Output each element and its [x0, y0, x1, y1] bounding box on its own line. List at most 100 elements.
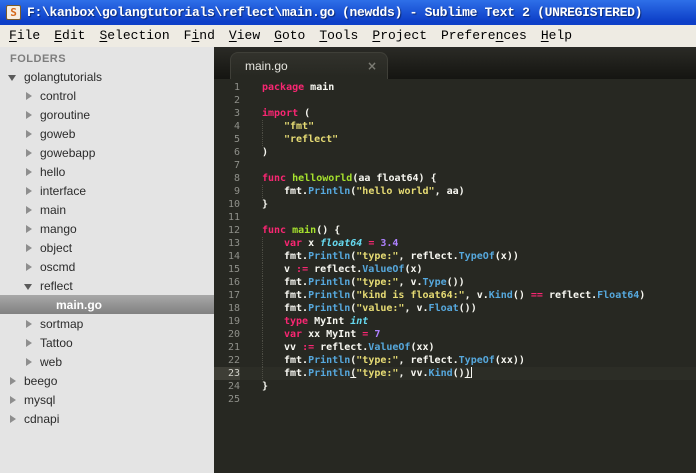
sidebar-folder-control[interactable]: control [0, 86, 214, 105]
code-line-25[interactable]: 25 [214, 393, 696, 406]
text-caret [470, 367, 472, 378]
code-text: "fmt" [240, 120, 314, 133]
disclosure-collapsed-icon[interactable] [8, 395, 18, 405]
code-line-9[interactable]: 9 fmt.Println("hello world", aa) [214, 185, 696, 198]
indent-guide [262, 302, 284, 315]
disclosure-expanded-icon[interactable] [24, 281, 34, 291]
code-line-12[interactable]: 12 func main() { [214, 224, 696, 237]
disclosure-collapsed-icon[interactable] [24, 319, 34, 329]
code-line-14[interactable]: 14 fmt.Println("type:", reflect.TypeOf(x)… [214, 250, 696, 263]
tab-main-go[interactable]: main.go × [230, 52, 388, 79]
line-number: 19 [227, 316, 240, 327]
menu-tools[interactable]: Tools [312, 25, 365, 47]
sidebar-folder-tattoo[interactable]: Tattoo [0, 333, 214, 352]
disclosure-collapsed-icon[interactable] [8, 414, 18, 424]
disclosure-collapsed-icon[interactable] [24, 262, 34, 272]
code-line-11[interactable]: 11 [214, 211, 696, 224]
code-line-18[interactable]: 18 fmt.Println("value:", v.Float()) [214, 302, 696, 315]
menu-goto[interactable]: Goto [267, 25, 312, 47]
menu-selection[interactable]: Selection [92, 25, 176, 47]
code-line-15[interactable]: 15 v := reflect.ValueOf(x) [214, 263, 696, 276]
code-line-8[interactable]: 8 func helloworld(aa float64) { [214, 172, 696, 185]
line-number: 7 [233, 160, 240, 171]
code-line-5[interactable]: 5 "reflect" [214, 133, 696, 146]
menu-edit[interactable]: Edit [47, 25, 92, 47]
sidebar-folder-sortmap[interactable]: sortmap [0, 314, 214, 333]
code-line-2[interactable]: 2 [214, 94, 696, 107]
code-line-1[interactable]: 1 package main [214, 81, 696, 94]
code-line-20[interactable]: 20 var xx MyInt = 7 [214, 328, 696, 341]
code-line-4[interactable]: 4 "fmt" [214, 120, 696, 133]
tree-item-label: interface [40, 183, 87, 198]
sidebar-folder-mango[interactable]: mango [0, 219, 214, 238]
disclosure-expanded-icon[interactable] [8, 72, 18, 82]
tab-label: main.go [245, 59, 288, 73]
sidebar-folder-beego[interactable]: beego [0, 371, 214, 390]
sidebar-folder-interface[interactable]: interface [0, 181, 214, 200]
tree-item-label: web [40, 354, 63, 369]
code-area[interactable]: 1 package main 2 3 import (4 "fmt" 5 "reflect" 6… [214, 79, 696, 473]
code-text: ) [262, 147, 269, 158]
menu-view[interactable]: View [222, 25, 267, 47]
disclosure-collapsed-icon[interactable] [24, 243, 34, 253]
code-line-24[interactable]: 24} [214, 380, 696, 393]
disclosure-collapsed-icon[interactable] [24, 338, 34, 348]
sidebar-folder-hello[interactable]: hello [0, 162, 214, 181]
disclosure-collapsed-icon[interactable] [24, 224, 34, 234]
code-line-13[interactable]: 13 var x float64 = 3.4 [214, 237, 696, 250]
disclosure-collapsed-icon[interactable] [8, 376, 18, 386]
line-number: 14 [227, 251, 240, 262]
menu-preferences[interactable]: Preferences [434, 25, 534, 47]
disclosure-collapsed-icon[interactable] [24, 110, 34, 120]
sidebar-folder-goweb[interactable]: goweb [0, 124, 214, 143]
code-line-21[interactable]: 21 vv := reflect.ValueOf(xx) [214, 341, 696, 354]
tree-item-label: oscmd [40, 259, 76, 274]
tree-item-label: golangtutorials [24, 69, 103, 84]
sidebar-folder-main[interactable]: main [0, 200, 214, 219]
sidebar-file-main-go[interactable]: main.go [0, 295, 214, 314]
menu-file[interactable]: File [2, 25, 47, 47]
tree-item-label: mango [40, 221, 77, 236]
code-line-23[interactable]: 23 fmt.Println("type:", vv.Kind()) [214, 367, 696, 380]
code-line-16[interactable]: 16 fmt.Println("type:", v.Type()) [214, 276, 696, 289]
menu-find[interactable]: Find [177, 25, 222, 47]
code-text: import ( [262, 108, 311, 119]
disclosure-collapsed-icon[interactable] [24, 167, 34, 177]
disclosure-collapsed-icon[interactable] [24, 186, 34, 196]
main-area: FOLDERS golangtutorials control goroutine g… [0, 47, 696, 473]
sidebar-folder-oscmd[interactable]: oscmd [0, 257, 214, 276]
line-number: 2 [233, 95, 240, 106]
disclosure-collapsed-icon[interactable] [24, 129, 34, 139]
sidebar-folder-mysql[interactable]: mysql [0, 390, 214, 409]
menu-project[interactable]: Project [365, 25, 434, 47]
code-line-6[interactable]: 6) [214, 146, 696, 159]
disclosure-collapsed-icon[interactable] [24, 148, 34, 158]
code-line-19[interactable]: 19 type MyInt int [214, 315, 696, 328]
sidebar-folder-gowebapp[interactable]: gowebapp [0, 143, 214, 162]
menu-help[interactable]: Help [534, 25, 579, 47]
disclosure-collapsed-icon[interactable] [24, 357, 34, 367]
sidebar-folder-reflect[interactable]: reflect [0, 276, 214, 295]
code-line-3[interactable]: 3 import ( [214, 107, 696, 120]
sidebar-folder-object[interactable]: object [0, 238, 214, 257]
sidebar-folder-cdnapi[interactable]: cdnapi [0, 409, 214, 428]
code-line-10[interactable]: 10} [214, 198, 696, 211]
code-line-7[interactable]: 7 [214, 159, 696, 172]
line-number: 4 [233, 121, 240, 132]
line-number: 1 [233, 82, 240, 93]
sidebar-folder-web[interactable]: web [0, 352, 214, 371]
sidebar-folder-golangtutorials[interactable]: golangtutorials [0, 67, 214, 86]
code-line-17[interactable]: 17 fmt.Println("kind is float64:", v.Kind… [214, 289, 696, 302]
code-text: func main() { [262, 225, 341, 236]
disclosure-collapsed-icon[interactable] [24, 91, 34, 101]
tree-item-label: mysql [24, 392, 56, 407]
tab-close-icon[interactable]: × [367, 59, 377, 73]
code-text: var xx MyInt = 7 [240, 328, 380, 341]
sidebar-folder-goroutine[interactable]: goroutine [0, 105, 214, 124]
indent-guide [262, 315, 284, 328]
disclosure-collapsed-icon[interactable] [24, 205, 34, 215]
code-line-22[interactable]: 22 fmt.Println("type:", reflect.TypeOf(xx… [214, 354, 696, 367]
line-number: 3 [233, 108, 240, 119]
code-text: } [262, 199, 269, 210]
